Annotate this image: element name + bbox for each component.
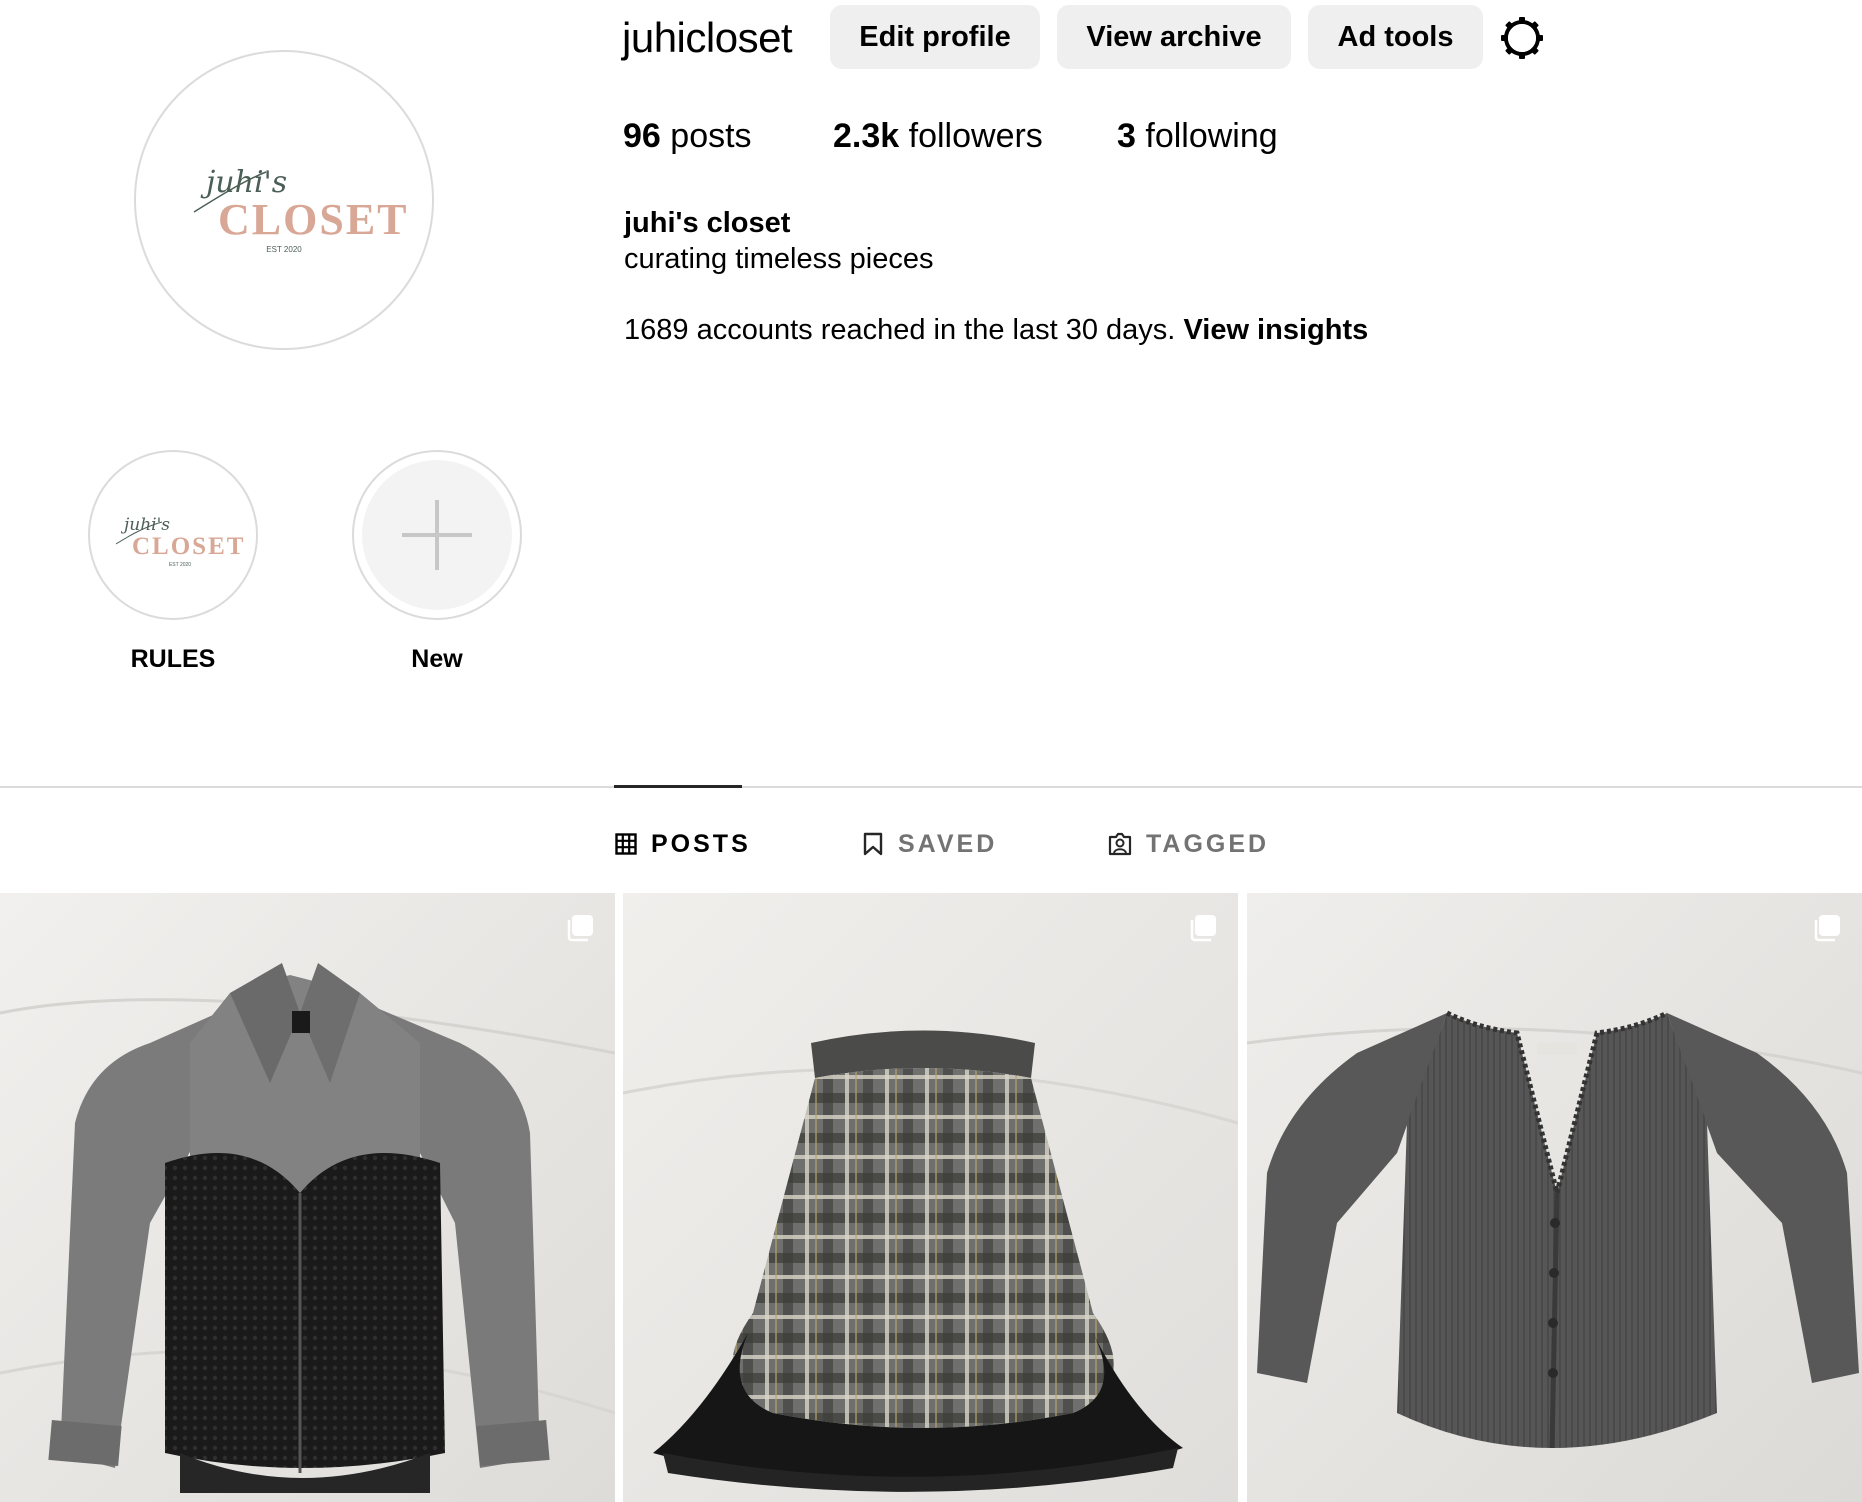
tab-label: POSTS xyxy=(651,830,751,858)
edit-profile-button[interactable]: Edit profile xyxy=(830,5,1040,69)
carousel-icon xyxy=(1190,915,1216,942)
following-label: following xyxy=(1145,117,1278,155)
svg-text:juhi's: juhi's xyxy=(120,515,170,535)
post-image-cardigan xyxy=(1247,893,1862,1502)
post-tile[interactable] xyxy=(623,893,1238,1502)
tab-saved[interactable]: SAVED xyxy=(862,826,997,862)
highlight-label: RULES xyxy=(130,645,216,673)
gear-icon[interactable] xyxy=(1498,14,1546,62)
reach-text: 1689 accounts reached in the last 30 day… xyxy=(624,314,1176,346)
followers-label: followers xyxy=(908,117,1043,155)
highlight-label: New xyxy=(411,645,463,673)
carousel-icon xyxy=(1814,915,1840,942)
posts-stat: 96 posts xyxy=(623,114,752,158)
tab-tagged[interactable]: TAGGED xyxy=(1108,826,1269,862)
plus-icon xyxy=(402,500,472,570)
view-archive-button[interactable]: View archive xyxy=(1057,5,1291,69)
followers-stat[interactable]: 2.3k followers xyxy=(833,114,1043,158)
grid-icon xyxy=(615,833,637,855)
view-insights-link[interactable]: View insights xyxy=(1183,314,1368,346)
highlight-new[interactable] xyxy=(352,450,522,620)
bio-text: curating timeless pieces xyxy=(624,243,934,275)
svg-text:EST 2020: EST 2020 xyxy=(266,245,302,254)
post-image-shirt xyxy=(0,893,615,1502)
svg-text:CLOSET: CLOSET xyxy=(132,533,245,560)
svg-text:EST 2020: EST 2020 xyxy=(169,562,191,568)
carousel-icon xyxy=(567,915,593,942)
reach-summary: 1689 accounts reached in the last 30 day… xyxy=(624,312,1368,348)
post-tile[interactable] xyxy=(0,893,615,1502)
following-count: 3 xyxy=(1117,117,1136,155)
tab-label: SAVED xyxy=(898,830,998,858)
ad-tools-button[interactable]: Ad tools xyxy=(1308,5,1483,69)
svg-text:CLOSET: CLOSET xyxy=(218,195,409,244)
tabs-divider xyxy=(0,786,1862,788)
following-stat[interactable]: 3 following xyxy=(1117,114,1278,158)
active-tab-indicator xyxy=(614,785,742,788)
tab-label: TAGGED xyxy=(1146,830,1270,858)
closet-logo: juhi's CLOSET EST 2020 xyxy=(193,165,409,254)
closet-logo: juhi's CLOSET EST 2020 xyxy=(115,515,245,568)
posts-label: posts xyxy=(670,117,752,155)
post-image-skirt xyxy=(623,893,1238,1502)
posts-count: 96 xyxy=(623,117,661,155)
followers-count: 2.3k xyxy=(833,117,900,155)
bookmark-icon xyxy=(863,832,883,856)
tag-person-icon xyxy=(1108,832,1132,856)
profile-avatar[interactable]: juhi's CLOSET EST 2020 xyxy=(134,50,434,350)
post-tile[interactable] xyxy=(1247,893,1862,1502)
highlight-rules[interactable]: juhi's CLOSET EST 2020 xyxy=(88,450,258,620)
bio-name: juhi's closet xyxy=(624,207,791,239)
profile-username: juhicloset xyxy=(622,14,793,61)
tab-posts[interactable]: POSTS xyxy=(615,826,751,862)
